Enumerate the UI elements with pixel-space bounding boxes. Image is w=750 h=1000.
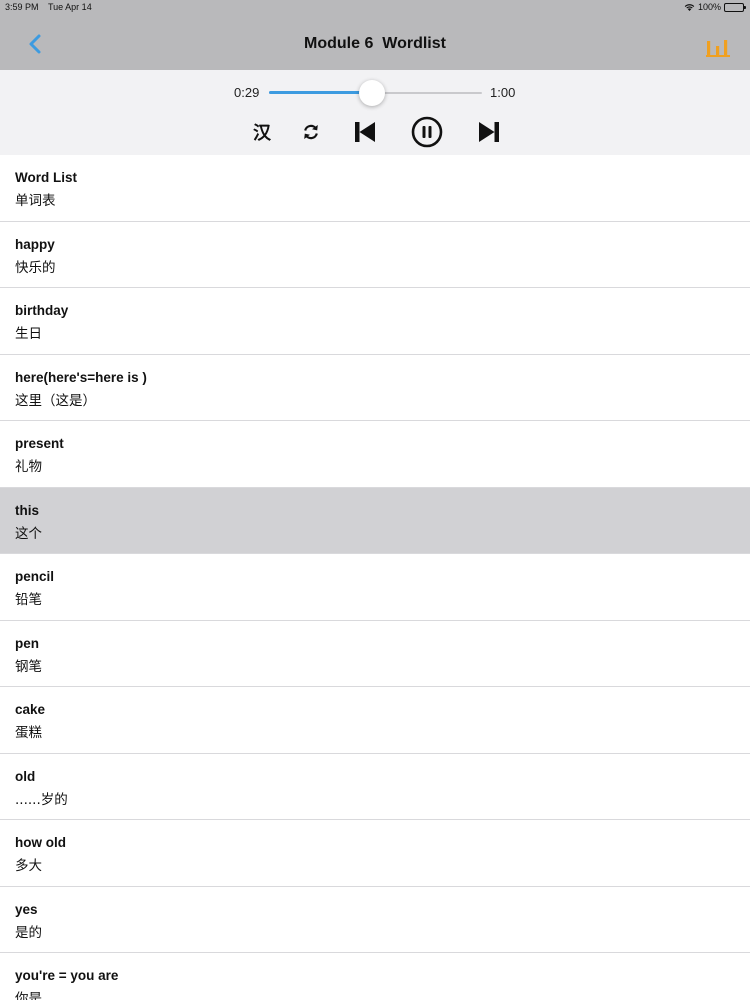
word-english: how old	[15, 835, 66, 850]
repeat-button[interactable]	[300, 118, 322, 146]
playlist-button[interactable]	[706, 38, 730, 58]
total-time: 1:00	[490, 85, 516, 100]
navigation-bar: Module 6 Wordlist	[0, 16, 750, 70]
chinese-toggle-button[interactable]: 汉	[250, 118, 274, 146]
word-english: here(here's=here is )	[15, 369, 147, 385]
word-chinese: 礼物	[15, 459, 42, 475]
word-chinese: 钢笔	[15, 658, 42, 675]
previous-button[interactable]	[352, 118, 378, 146]
word-english: old	[15, 768, 36, 784]
pause-button[interactable]	[410, 115, 444, 149]
page-title: Module 6 Wordlist	[304, 35, 446, 52]
list-item[interactable]: old ......岁的	[0, 753, 750, 820]
list-item[interactable]: this 这个	[0, 487, 750, 554]
pause-icon	[411, 116, 443, 148]
word-chinese: 这个	[15, 525, 42, 542]
list-item[interactable]: birthday 生日	[0, 288, 750, 355]
word-chinese: 快乐的	[15, 259, 56, 276]
word-english: pen	[15, 635, 40, 651]
list-item[interactable]: happy 快乐的	[0, 221, 750, 288]
previous-icon	[355, 122, 375, 142]
list-item[interactable]: how old 多大	[0, 820, 750, 887]
word-english: cake	[15, 702, 46, 717]
next-icon	[479, 122, 499, 142]
list-item[interactable]: here(here's=here is ) 这里（这是）	[0, 354, 750, 421]
battery-percent: 100%	[697, 2, 721, 12]
word-english: happy	[15, 236, 55, 252]
list-item[interactable]: present 礼物	[0, 421, 750, 488]
word-chinese: 单词表	[15, 193, 56, 209]
list-item[interactable]: you're = you are 你是	[0, 953, 750, 1000]
word-chinese: 多大	[15, 858, 42, 874]
audio-player: 0:29 1:00 汉	[0, 70, 750, 155]
wifi-icon	[684, 3, 695, 11]
current-time: 0:29	[234, 85, 260, 100]
list-item[interactable]: yes 是的	[0, 886, 750, 953]
battery-icon	[724, 2, 746, 12]
repeat-icon	[304, 124, 318, 140]
slider-thumb[interactable]	[358, 80, 385, 106]
word-chinese: 这里（这是）	[15, 392, 96, 409]
status-time: 3:59 PM	[5, 2, 39, 12]
word-chinese: ......岁的	[15, 791, 68, 808]
list-item[interactable]: pencil 铅笔	[0, 554, 750, 621]
next-button[interactable]	[476, 118, 502, 146]
status-right: 100%	[684, 2, 746, 12]
progress-slider[interactable]	[269, 79, 482, 107]
word-list: Word List 单词表 happy 快乐的 birthday 生日 here(here'…	[0, 155, 750, 1000]
list-item[interactable]: cake 蛋糕	[0, 687, 750, 754]
slider-played-track	[269, 91, 372, 94]
bars-icon	[706, 40, 730, 57]
word-english: you're = you are	[15, 968, 119, 983]
word-english: present	[15, 436, 64, 451]
word-english: this	[15, 502, 40, 518]
word-chinese: 铅笔	[15, 592, 42, 608]
status-date: Tue Apr 14	[48, 2, 92, 12]
word-chinese: 生日	[15, 326, 42, 342]
word-english: Word List	[15, 170, 77, 185]
status-bar: 3:59 PM Tue Apr 14 100%	[0, 0, 750, 16]
word-chinese: 你是	[15, 991, 42, 1000]
list-item[interactable]: Word List 单词表	[0, 155, 750, 222]
list-item[interactable]: pen 钢笔	[0, 620, 750, 687]
word-chinese: 蛋糕	[15, 725, 42, 741]
word-english: yes	[15, 901, 38, 917]
word-english: pencil	[15, 569, 55, 584]
word-chinese: 是的	[15, 924, 42, 941]
word-english: birthday	[15, 303, 69, 318]
